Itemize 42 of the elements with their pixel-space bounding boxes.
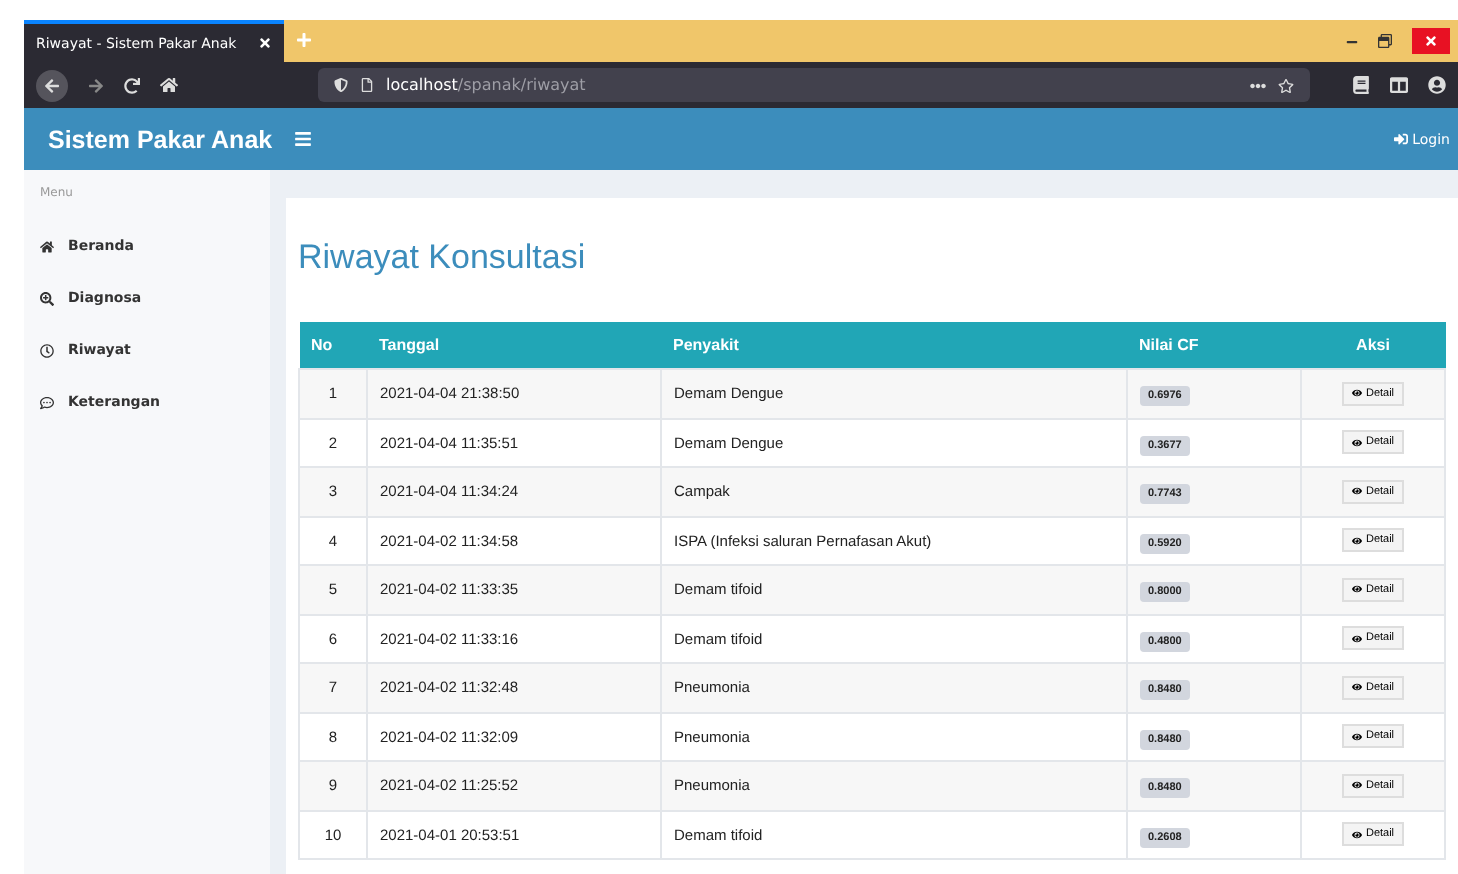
eye-icon	[1351, 682, 1362, 693]
comment-icon	[40, 395, 54, 409]
close-icon	[1424, 34, 1438, 48]
eye-icon	[1351, 388, 1362, 399]
shield-icon	[334, 78, 348, 92]
url-host: localhost	[386, 76, 458, 94]
page-icon	[360, 78, 374, 92]
account-icon[interactable]	[1428, 76, 1446, 94]
close-icon[interactable]	[258, 36, 272, 50]
column-header: Penyakit	[661, 322, 1127, 369]
restore-icon[interactable]	[1378, 34, 1392, 48]
eye-icon	[1351, 486, 1362, 497]
star-icon[interactable]	[1278, 77, 1294, 93]
back-arrow-icon	[44, 77, 60, 93]
forward-icon[interactable]	[88, 77, 104, 93]
sidebar-icon[interactable]	[1390, 76, 1408, 94]
search-icon	[40, 291, 54, 305]
column-header: No	[299, 322, 367, 369]
reload-icon[interactable]	[124, 77, 140, 93]
eye-icon	[1351, 780, 1362, 791]
eye-icon	[1351, 633, 1362, 644]
column-header: Nilai CF	[1127, 322, 1301, 369]
back-button[interactable]	[36, 69, 68, 101]
library-icon[interactable]	[1352, 76, 1370, 94]
home-icon[interactable]	[160, 76, 178, 94]
page-title: Riwayat Konsultasi	[298, 238, 588, 278]
menu-icon[interactable]	[294, 130, 312, 148]
column-header: Tanggal	[367, 322, 661, 369]
brand-title: Sistem Pakar Anak	[46, 125, 275, 153]
minimize-icon[interactable]	[1346, 35, 1358, 47]
home-icon	[40, 239, 54, 253]
window-close-button[interactable]	[1412, 28, 1450, 54]
address-bar[interactable]: localhost/spanak/riwayat	[318, 68, 1310, 102]
eye-icon	[1351, 731, 1362, 742]
eye-icon	[1351, 437, 1362, 448]
login-icon	[1394, 132, 1409, 146]
column-header: Aksi	[1301, 322, 1445, 369]
eye-icon	[1351, 584, 1362, 595]
eye-icon	[1351, 535, 1362, 546]
clock-icon	[40, 343, 54, 357]
eye-icon	[1351, 829, 1362, 840]
url-path: /spanak/riwayat	[457, 76, 586, 94]
